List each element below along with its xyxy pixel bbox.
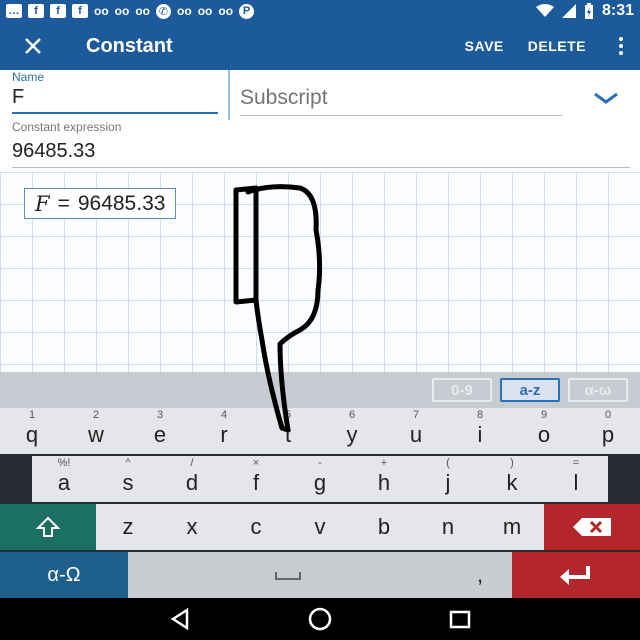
voicemail-icon: oo bbox=[177, 4, 192, 18]
navigation-bar bbox=[0, 598, 640, 640]
recents-button[interactable] bbox=[445, 604, 475, 634]
enter-icon bbox=[560, 566, 590, 585]
battery-charging-icon bbox=[584, 3, 593, 19]
key-b[interactable]: b bbox=[352, 504, 416, 550]
key-n[interactable]: n bbox=[416, 504, 480, 550]
formula-preview: F = 96485.33 bbox=[24, 188, 177, 219]
key-k[interactable]: ) k bbox=[480, 456, 544, 502]
formula-equals: = bbox=[57, 191, 70, 215]
facebook-icon: f bbox=[28, 4, 44, 18]
keyboard-spacer bbox=[608, 456, 640, 502]
page-title: Constant bbox=[86, 34, 173, 57]
delete-button[interactable]: DELETE bbox=[528, 38, 586, 54]
backspace-icon bbox=[573, 518, 611, 536]
field-divider bbox=[228, 70, 230, 120]
key-s[interactable]: ^ s bbox=[96, 456, 160, 502]
home-button[interactable] bbox=[305, 604, 335, 634]
key-q[interactable]: 1q bbox=[0, 408, 64, 454]
key-w[interactable]: 2w bbox=[64, 408, 128, 454]
close-button[interactable] bbox=[0, 22, 66, 70]
keyboard-row-1: 1q 2w 3e 4r 5t 6y 7u 8i 9o 0p bbox=[0, 408, 640, 454]
key-m[interactable]: m bbox=[480, 504, 544, 550]
expression-label: Constant expression bbox=[12, 120, 122, 134]
space-bar-icon bbox=[275, 572, 301, 580]
clock: 8:31 bbox=[601, 2, 634, 19]
expression-input[interactable]: 96485.33 bbox=[12, 140, 630, 168]
voicemail-icon: oo bbox=[135, 4, 151, 18]
subscript-field[interactable] bbox=[240, 86, 562, 116]
message-icon: … bbox=[6, 4, 22, 18]
greek-uppercase-key[interactable]: α-Ω bbox=[0, 552, 128, 598]
recents-square-icon bbox=[449, 610, 471, 629]
shift-icon bbox=[36, 516, 60, 537]
key-d[interactable]: / d bbox=[160, 456, 224, 502]
key-c[interactable]: c bbox=[224, 504, 288, 550]
key-y[interactable]: 6y bbox=[320, 408, 384, 454]
chevron-down-icon bbox=[594, 92, 618, 104]
key-p[interactable]: 0p bbox=[576, 408, 640, 454]
keyboard-row-4: α-Ω , bbox=[0, 552, 640, 598]
formula-variable: F bbox=[35, 191, 50, 216]
tab-numbers[interactable]: 0-9 bbox=[432, 378, 492, 402]
key-t[interactable]: 5t bbox=[256, 408, 320, 454]
enter-key[interactable] bbox=[512, 552, 640, 598]
app-bar-actions: SAVE DELETE bbox=[441, 37, 640, 55]
key-a[interactable]: %! a bbox=[32, 456, 96, 502]
facebook-icon: f bbox=[50, 4, 66, 18]
space-key[interactable] bbox=[128, 552, 448, 598]
key-l[interactable]: = l bbox=[544, 456, 608, 502]
app-bar: Constant SAVE DELETE bbox=[0, 22, 640, 70]
comma-key[interactable]: , bbox=[448, 552, 512, 598]
system-icons: 8:31 bbox=[535, 2, 634, 20]
keyboard-mode-bar: 0-9 a-z α-ω bbox=[0, 372, 640, 408]
voicemail-icon: oo bbox=[114, 4, 130, 18]
back-triangle-icon bbox=[170, 607, 189, 631]
keyboard: 1q 2w 3e 4r 5t 6y 7u 8i 9o 0p %! a ^ s / d … bbox=[0, 408, 640, 598]
key-i[interactable]: 8i bbox=[448, 408, 512, 454]
key-g[interactable]: -g bbox=[288, 456, 352, 502]
constant-expression-field[interactable]: Constant expression 96485.33 bbox=[12, 120, 630, 168]
key-z[interactable]: z bbox=[96, 504, 160, 550]
tab-greek[interactable]: α-ω bbox=[568, 378, 628, 402]
key-j[interactable]: (j bbox=[416, 456, 480, 502]
formula-value: 96485.33 bbox=[77, 191, 166, 215]
voicemail-icon: oo bbox=[197, 4, 213, 18]
save-button[interactable]: SAVE bbox=[465, 38, 504, 54]
preview-canvas: F = 96485.33 bbox=[0, 172, 640, 372]
status-bar: … f f f oo oo oo ✆ oo oo oo P 8:31 bbox=[0, 0, 640, 22]
key-v[interactable]: v bbox=[288, 504, 352, 550]
keyboard-row-2: %! a ^ s / d × f -g + h (j ) k = l bbox=[0, 456, 640, 502]
pinterest-icon: P bbox=[239, 3, 255, 19]
more-vert-icon[interactable] bbox=[602, 37, 640, 55]
key-h[interactable]: + h bbox=[352, 456, 416, 502]
tab-letters[interactable]: a-z bbox=[500, 378, 560, 402]
subscript-input[interactable] bbox=[240, 86, 562, 110]
facebook-icon: f bbox=[72, 4, 88, 18]
subscript-dropdown-button[interactable] bbox=[588, 84, 624, 112]
key-x[interactable]: x bbox=[160, 504, 224, 550]
name-input[interactable]: F bbox=[12, 86, 218, 114]
key-o[interactable]: 9o bbox=[512, 408, 576, 454]
key-f[interactable]: × f bbox=[224, 456, 288, 502]
keyboard-spacer bbox=[0, 456, 32, 502]
back-button[interactable] bbox=[165, 604, 195, 634]
name-field[interactable]: Name F bbox=[12, 70, 218, 116]
wifi-icon bbox=[535, 4, 554, 17]
key-e[interactable]: 3e bbox=[128, 408, 192, 454]
close-icon bbox=[25, 38, 41, 54]
home-circle-icon bbox=[308, 607, 332, 631]
voicemail-icon: oo bbox=[94, 4, 109, 18]
key-u[interactable]: 7u bbox=[384, 408, 448, 454]
notification-icons: … f f f oo oo oo ✆ oo oo oo P bbox=[6, 3, 255, 19]
viber-icon: ✆ bbox=[156, 3, 172, 19]
keyboard-row-3: z x c v b n m bbox=[0, 504, 640, 550]
backspace-key[interactable] bbox=[544, 504, 640, 550]
name-label: Name bbox=[12, 70, 45, 84]
shift-key[interactable] bbox=[0, 504, 96, 550]
voicemail-icon: oo bbox=[218, 4, 234, 18]
key-r[interactable]: 4r bbox=[192, 408, 256, 454]
signal-icon bbox=[561, 4, 576, 18]
